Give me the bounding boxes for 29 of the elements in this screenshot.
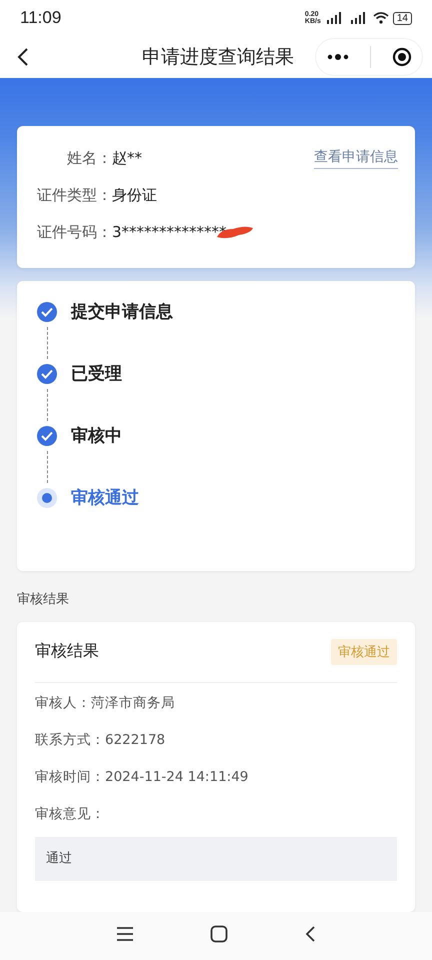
result-detail: 审核意见： — [35, 804, 105, 824]
section-title: 审核结果 — [17, 590, 69, 608]
field-label: 证件类型： — [36, 186, 112, 205]
back-icon[interactable] — [17, 47, 29, 68]
step-label: 审核通过 — [71, 486, 139, 509]
result-detail: 联系方式：6222178 — [35, 730, 166, 750]
step-label: 已受理 — [71, 362, 122, 385]
result-detail: 审核时间：2024-11-24 14:11:49 — [35, 768, 248, 787]
result-title: 审核结果 — [35, 641, 99, 662]
home-icon[interactable] — [210, 924, 228, 943]
close-target-icon[interactable] — [392, 47, 412, 68]
field-label: 姓名： — [66, 148, 112, 168]
view-application-link[interactable]: 查看申请信息 — [314, 148, 398, 169]
step-label: 提交申请信息 — [71, 300, 173, 323]
battery-indicator: 14 — [392, 12, 412, 25]
field-value: 3************** — [112, 223, 227, 242]
status-badge: 审核通过 — [331, 638, 397, 665]
status-time: 11:09 — [20, 8, 62, 28]
step-label: 审核中 — [71, 424, 122, 447]
comment-box: 通过 — [35, 836, 397, 881]
menu-icon[interactable] — [116, 926, 134, 942]
field-value: 赵** — [112, 148, 142, 168]
page-title: 申请进度查询结果 — [142, 45, 294, 70]
more-icon[interactable] — [326, 54, 348, 60]
back-icon[interactable] — [304, 924, 316, 943]
wifi-icon — [372, 12, 389, 24]
result-detail: 审核人：菏泽市商务局 — [35, 694, 175, 713]
field-label: 证件号码： — [36, 222, 112, 242]
field-value: 身份证 — [112, 186, 157, 205]
